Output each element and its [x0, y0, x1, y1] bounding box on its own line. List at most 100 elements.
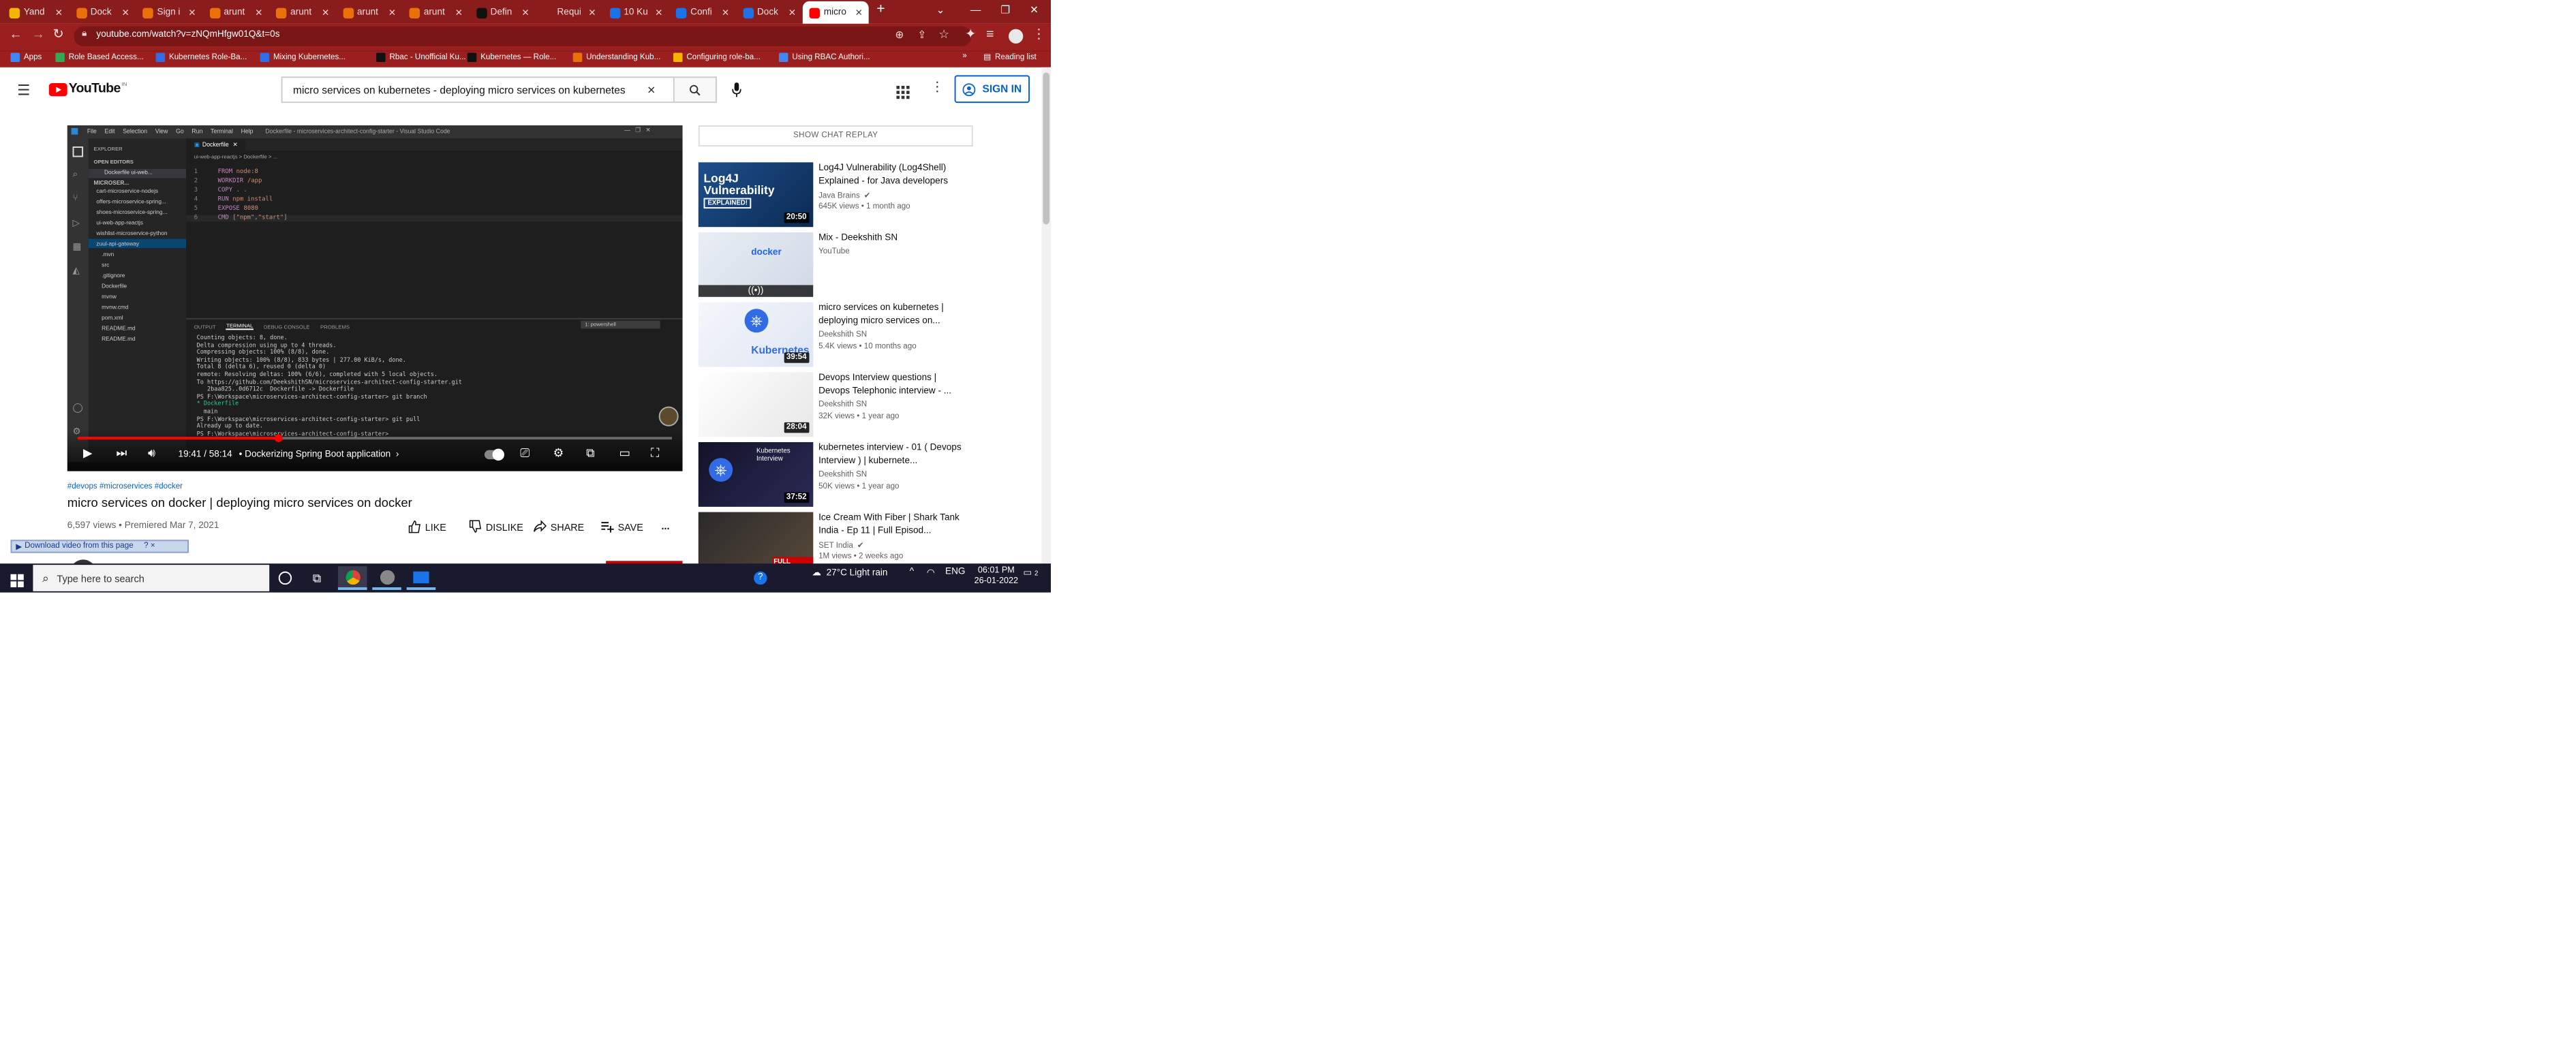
guide-menu-icon[interactable]: ☰ [17, 82, 30, 99]
close-tab-icon[interactable]: ✕ [722, 7, 729, 18]
extensions-icon[interactable]: ✦ [965, 28, 976, 42]
video-thumbnail[interactable]: Kubernetes Interview ⎈ 37:52 [698, 441, 814, 507]
bookmark-item[interactable]: Understanding Kub... [572, 52, 660, 63]
search-box[interactable]: ✕ [281, 76, 675, 104]
voice-search-button[interactable] [731, 80, 741, 104]
browser-tab[interactable]: Dock ✕ [736, 1, 801, 24]
sign-in-button[interactable]: SIGN IN [954, 75, 1030, 104]
bookmark-item[interactable]: Apps [10, 52, 42, 63]
download-bar-controls[interactable]: ? × [144, 542, 155, 550]
clock[interactable]: 06:01 PM 26-01-2022 [975, 566, 1018, 587]
recommended-channel[interactable]: SET India ✔︎ [818, 541, 863, 550]
browser-tab[interactable]: 10 Ku ✕ [602, 1, 668, 24]
help-tray-icon[interactable]: ? [746, 566, 776, 590]
recommended-video[interactable]: docker ((•)) Mix - Deekshith SN YouTube [698, 232, 1042, 298]
apps-grid-icon[interactable] [896, 82, 910, 106]
next-icon[interactable]: ⏭︎ [116, 446, 127, 461]
recommended-video[interactable]: Log4J Vulnerability EXPLAINED! 20:50 Log4J … [698, 162, 1042, 228]
windows-start-icon[interactable] [10, 570, 24, 593]
bookmark-item[interactable]: Using RBAC Authori... [778, 52, 870, 63]
close-tab-icon[interactable]: ✕ [655, 7, 662, 18]
forward-icon[interactable]: → [31, 28, 44, 42]
language-indicator[interactable]: ENG [945, 568, 965, 577]
browser-tab[interactable]: arunt ✕ [403, 1, 468, 24]
recommended-title[interactable]: micro services on kubernetes | deploying… [818, 302, 964, 329]
bookmark-item[interactable]: Mixing Kubernetes... [260, 52, 346, 63]
autoplay-toggle[interactable] [484, 448, 505, 461]
restore-icon[interactable]: ❐ [1000, 4, 1010, 16]
recommended-video[interactable]: Kubernetes Interview ⎈ 37:52 kubernetes int… [698, 441, 1042, 508]
close-tab-icon[interactable]: ✕ [188, 7, 196, 18]
close-window-icon[interactable]: ✕ [1030, 4, 1039, 16]
close-tab-icon[interactable]: ✕ [121, 7, 129, 18]
browser-tab[interactable]: Dock ✕ [70, 1, 135, 24]
download-video-bar[interactable]: ▶ Download video from this page ? × [10, 540, 189, 553]
address-bar[interactable]: 🔒︎ youtube.com/watch?v=zNQmHfgw01Q&t=0s … [74, 26, 972, 46]
minimize-icon[interactable]: — [970, 4, 981, 16]
app-taskbar-icon[interactable] [372, 566, 401, 590]
chrome-menu-icon[interactable]: ⋮ [1032, 28, 1045, 42]
video-hashtags[interactable]: #devops #microservices #docker [67, 483, 183, 491]
close-tab-icon[interactable]: ✕ [855, 7, 863, 18]
clear-search-icon[interactable]: ✕ [647, 84, 656, 95]
notification-center[interactable]: ▭ 2 [1023, 568, 1038, 578]
scrollbar-thumb[interactable] [1043, 72, 1050, 225]
show-chat-replay-button[interactable]: SHOW CHAT REPLAY [698, 125, 973, 147]
reading-mode-icon[interactable]: ≡ [986, 28, 994, 42]
subtitles-icon[interactable]: ⎚ [520, 446, 530, 461]
taskbar-search[interactable]: ⌕ Type here to search [33, 565, 270, 591]
save-button[interactable]: SAVE [600, 520, 643, 533]
browser-tab[interactable]: Defin ✕ [470, 1, 535, 24]
progress-bar[interactable] [78, 434, 673, 442]
bookmark-item[interactable]: Kubernetes — Role... [467, 52, 556, 63]
reload-icon[interactable]: ↻ [52, 28, 63, 42]
volume-icon[interactable]: 🔊︎ [148, 446, 155, 461]
recommended-channel[interactable]: Deekshith SN [818, 401, 867, 409]
theater-mode-icon[interactable]: ▭ [619, 446, 630, 461]
dislike-button[interactable]: DISLIKE [469, 520, 523, 533]
weather-widget[interactable]: ☁ 27°C Light rain [812, 568, 887, 578]
search-button[interactable] [674, 76, 717, 104]
bookmark-star-icon[interactable]: ☆ [938, 28, 949, 42]
network-icon[interactable]: ◠ [927, 568, 935, 578]
miniplayer-icon[interactable]: ⧉ [586, 446, 594, 461]
show-hidden-icons-icon[interactable]: ^ [910, 568, 914, 577]
close-tab-icon[interactable]: ✕ [455, 7, 463, 18]
chapter-button[interactable]: • Dockerizing Spring Boot application › [239, 450, 399, 460]
browser-tab[interactable]: arunt ✕ [336, 1, 401, 24]
recommended-video[interactable]: 28:04 Devops Interview questions | Devops… [698, 372, 1042, 438]
video-thumbnail[interactable]: 28:04 [698, 372, 814, 437]
recommended-channel[interactable]: Deekshith SN [818, 471, 867, 480]
page-scrollbar[interactable] [1041, 67, 1052, 564]
settings-more-icon[interactable]: ⋮ [931, 80, 944, 95]
bookmarks-more[interactable]: » [962, 52, 966, 61]
recommended-title[interactable]: Mix - Deekshith SN [818, 232, 964, 245]
video-player[interactable]: File Edit Selection View Go Run Terminal Help D… [67, 125, 683, 471]
browser-tab[interactable]: Confi ✕ [669, 1, 735, 24]
video-app-taskbar-icon[interactable] [406, 566, 436, 590]
recommended-title[interactable]: Log4J Vulnerability (Log4Shell) Explaine… [818, 162, 964, 189]
close-tab-icon[interactable]: ✕ [588, 7, 596, 18]
share-page-icon[interactable]: ⇪ [917, 29, 926, 41]
recommended-title[interactable]: Ice Cream With Fiber | Shark Tank India … [818, 512, 964, 539]
browser-tab[interactable]: arunt ✕ [269, 1, 335, 24]
cortana-icon[interactable] [271, 566, 300, 590]
video-thumbnail[interactable]: docker ((•)) [698, 232, 814, 297]
browser-tab[interactable]: micro ✕ [802, 1, 868, 24]
youtube-logo[interactable]: YouTube IN [48, 80, 127, 96]
new-tab-button[interactable]: + [876, 1, 885, 17]
browser-tab[interactable]: arunt ✕ [202, 1, 268, 24]
more-actions-button[interactable]: ... [662, 520, 670, 531]
browser-tab[interactable]: Sign i ✕ [136, 1, 202, 24]
close-tab-icon[interactable]: ✕ [788, 7, 796, 18]
close-tab-icon[interactable]: ✕ [55, 7, 63, 18]
recommended-video[interactable]: Kubernetes ⎈ 39:54 micro services on kubern… [698, 302, 1042, 369]
recommended-channel[interactable]: Java Brains ✔︎ [818, 191, 870, 201]
close-tab-icon[interactable]: ✕ [521, 7, 529, 18]
back-icon[interactable]: ← [10, 28, 22, 42]
search-input[interactable] [290, 82, 642, 97]
close-tab-icon[interactable]: ✕ [322, 7, 329, 18]
like-button[interactable]: LIKE [408, 520, 446, 533]
bookmark-item[interactable]: Role Based Access... [55, 52, 144, 63]
profile-avatar[interactable] [1009, 29, 1024, 44]
